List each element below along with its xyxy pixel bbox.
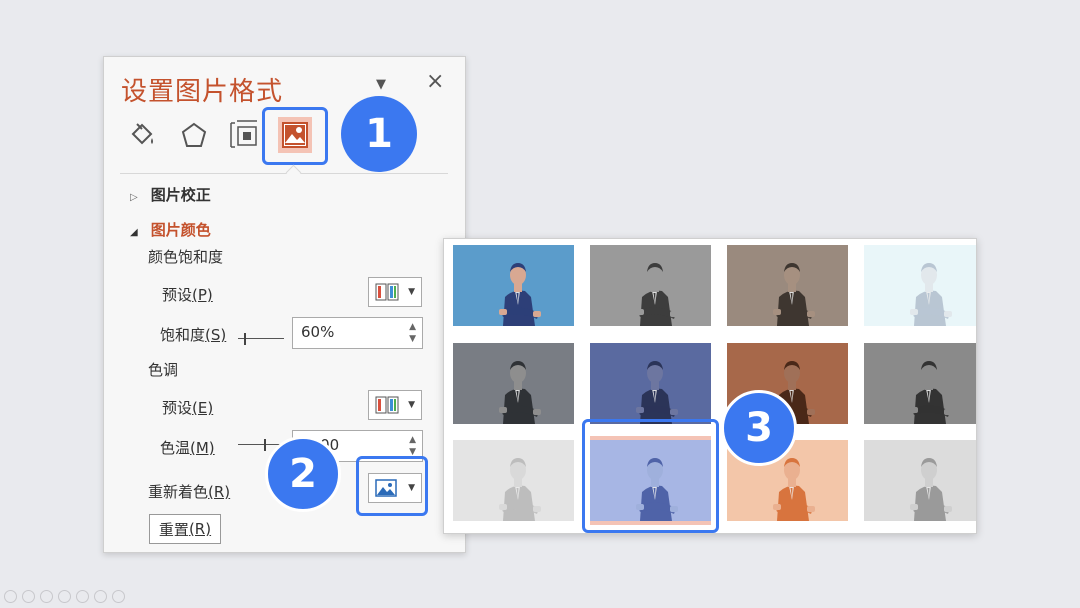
callout-badge-3: 3: [721, 390, 797, 466]
slider-thumb[interactable]: [244, 333, 246, 345]
recolor-highlight: [356, 456, 428, 516]
zoom-icon[interactable]: [76, 590, 89, 603]
recolor-thumbnail-dark-gray[interactable]: [453, 343, 574, 424]
tone-preset-icon: [375, 396, 399, 414]
temperature-label: 色温(M): [160, 439, 215, 457]
chevron-down-icon: ▼: [408, 287, 415, 297]
pentagon-icon[interactable]: [176, 117, 212, 153]
callout-badge-2: 2: [265, 436, 341, 512]
slides-icon[interactable]: [58, 590, 71, 603]
recolor-thumbnail-sepia[interactable]: [727, 245, 848, 326]
panel-title: 设置图片格式: [121, 77, 284, 107]
saturation-input[interactable]: 60% ▲ ▼: [292, 317, 423, 349]
tab-divider: [120, 173, 448, 174]
recolor-thumbnail-dark-blue[interactable]: [590, 343, 711, 424]
paint-bucket-icon[interactable]: [124, 117, 160, 153]
saturation-slider[interactable]: [238, 333, 284, 345]
saturation-preset-label: 预设(P): [162, 286, 213, 304]
saturation-header: 颜色饱和度: [148, 248, 224, 266]
saturation-preset-dropdown[interactable]: ▼: [368, 277, 422, 307]
chevron-down-icon: ▼: [408, 400, 415, 410]
recolor-thumbnail-gray-dark-2[interactable]: [864, 343, 976, 424]
tone-preset-dropdown[interactable]: ▼: [368, 390, 422, 420]
section-picture-color[interactable]: ◢ 图片颜色: [130, 219, 211, 240]
section-label: 图片颜色: [150, 221, 211, 239]
selected-thumbnail-highlight: [582, 419, 719, 533]
close-icon[interactable]: ×: [426, 69, 444, 94]
recolor-thumbnail-grayscale[interactable]: [590, 245, 711, 326]
tone-preset-label: 预设(E): [162, 399, 214, 417]
next-slide-icon[interactable]: [22, 590, 35, 603]
tone-header: 色调: [148, 361, 179, 379]
expand-triangle-icon: ▷: [130, 192, 138, 203]
saturation-level-label: 饱和度(S): [160, 326, 227, 344]
reset-button[interactable]: 重置 (R): [149, 514, 221, 544]
section-picture-correction[interactable]: ▷ 图片校正: [130, 184, 211, 205]
pen-icon[interactable]: [40, 590, 53, 603]
recolor-thumbnail-light-gray[interactable]: [453, 440, 574, 521]
chevron-down-icon[interactable]: ▼: [376, 77, 386, 92]
recolor-label: 重新着色(R): [148, 483, 231, 501]
previous-slide-icon[interactable]: [4, 590, 17, 603]
recolor-thumbnail-light-gray-2[interactable]: [864, 440, 976, 521]
more-options-icon[interactable]: [112, 590, 125, 603]
recolor-thumbnail-original[interactable]: [453, 245, 574, 326]
spinner-arrows-icon[interactable]: ▲ ▼: [409, 321, 416, 345]
saturation-preset-icon: [375, 283, 399, 301]
spinner-arrows-icon[interactable]: ▲ ▼: [409, 434, 416, 458]
tab-caret: [285, 164, 302, 181]
recolor-thumbnail-washout[interactable]: [864, 245, 976, 326]
collapse-triangle-icon: ◢: [130, 227, 138, 238]
subtitle-icon[interactable]: [94, 590, 107, 603]
slider-thumb[interactable]: [264, 439, 266, 451]
size-properties-icon[interactable]: [226, 117, 262, 153]
picture-tab-highlight: [262, 107, 328, 165]
section-label: 图片校正: [150, 186, 211, 204]
callout-badge-1: 1: [341, 96, 417, 172]
